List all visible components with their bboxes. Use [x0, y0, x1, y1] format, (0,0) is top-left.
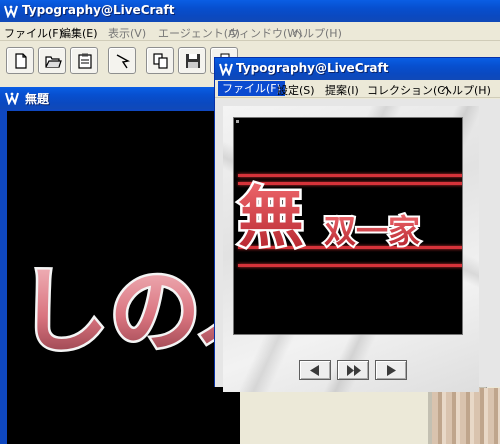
double-triangle-right-icon: [347, 365, 361, 376]
preview-title-bar[interactable]: Typography@LiveCraft: [215, 58, 500, 80]
copy-icon: [153, 53, 168, 69]
preview-window: Typography@LiveCraft ファイル(F) 設定(S) 提案(I)…: [214, 57, 500, 392]
preview-artwork: 無 双一家: [236, 176, 423, 259]
triangle-left-icon: [310, 365, 319, 376]
new-document-button[interactable]: [6, 47, 34, 74]
open-folder-icon: [45, 56, 62, 68]
save-icon: [186, 54, 200, 68]
menu-file[interactable]: ファイル(F): [4, 25, 63, 41]
preview-menu-help[interactable]: ヘルプ(H): [441, 82, 491, 98]
menu-help[interactable]: ヘルプ(H): [292, 25, 342, 41]
canvas-artwork: しのぶさん: [15, 255, 241, 368]
save-button[interactable]: [178, 47, 206, 74]
preview-logo-icon: [219, 62, 233, 76]
copy-button[interactable]: [146, 47, 174, 74]
new-document-icon: [15, 53, 27, 69]
app-logo-icon: [4, 4, 18, 18]
preview-menu-collection[interactable]: コレクション(C): [367, 82, 449, 98]
main-window-title: Typography@LiveCraft: [22, 3, 175, 17]
clipboard-icon: [78, 53, 92, 69]
previous-button[interactable]: [299, 360, 331, 380]
menu-edit[interactable]: 編集(E): [60, 25, 98, 41]
preview-menu-settings[interactable]: 設定(S): [277, 82, 315, 98]
preview-canvas[interactable]: 無 双一家: [233, 117, 463, 335]
preview-window-title: Typography@LiveCraft: [236, 61, 389, 75]
canvas-text: しのぶさん: [17, 257, 240, 365]
open-button[interactable]: [38, 47, 66, 74]
preview-menu-file[interactable]: ファイル(F): [218, 81, 285, 96]
preview-body: 無 双一家: [215, 99, 500, 392]
preview-big-char: 無: [238, 178, 304, 256]
menu-view[interactable]: 表示(V): [108, 25, 146, 41]
main-title-bar[interactable]: Typography@LiveCraft: [0, 0, 500, 22]
document-logo-icon: [5, 91, 19, 105]
preview-menu-bar: ファイル(F) 設定(S) 提案(I) コレクション(C) ヘルプ(H): [215, 80, 500, 98]
main-menu-bar: ファイル(F) 編集(E) 表示(V) エージェント(A) ウィンドウ(W) ヘ…: [0, 22, 500, 41]
preview-menu-suggest[interactable]: 提案(I): [325, 82, 359, 98]
triangle-right-icon: [387, 365, 396, 376]
document-title-bar[interactable]: 無題: [0, 87, 240, 109]
design-canvas[interactable]: しのぶさん: [7, 111, 240, 444]
cursor-button[interactable]: [108, 47, 136, 74]
document-window: 無題 しのぶさん: [0, 87, 240, 444]
decorative-border-panel: [432, 388, 500, 444]
document-title: 無題: [25, 92, 50, 106]
next-button[interactable]: [375, 360, 407, 380]
preview-small-text: 双一家: [324, 212, 420, 250]
clipboard-button[interactable]: [70, 47, 98, 74]
fast-forward-button[interactable]: [337, 360, 369, 380]
arrow-cursor-icon: [116, 54, 131, 69]
